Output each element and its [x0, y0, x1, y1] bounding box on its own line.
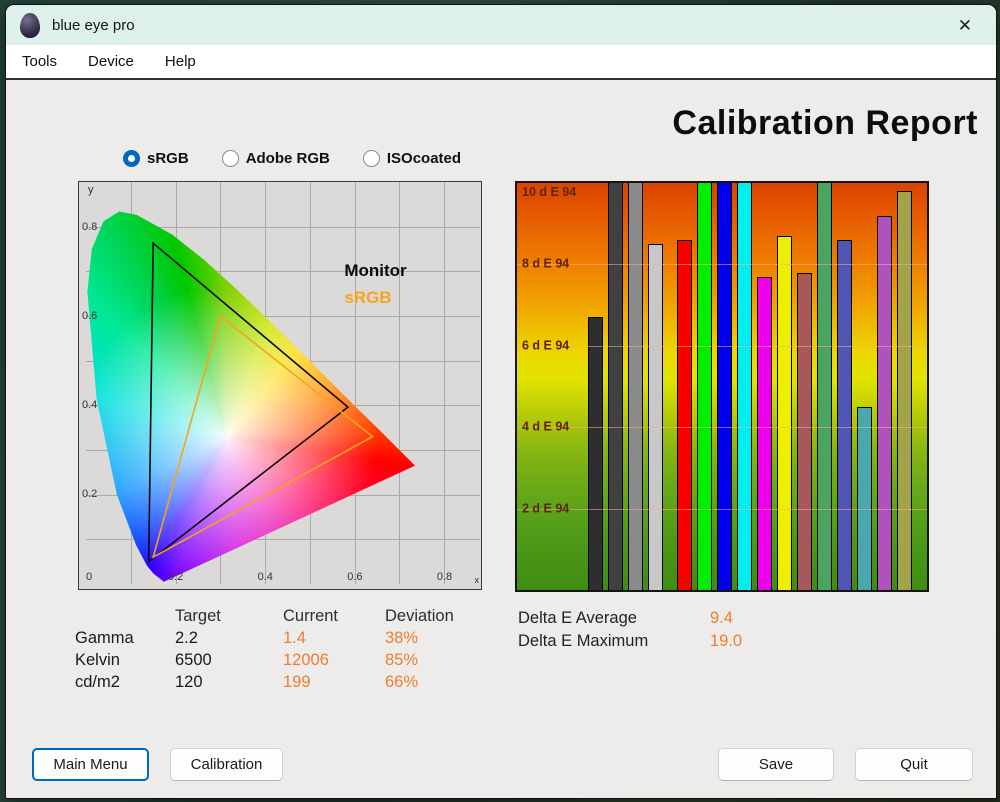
deviation-value: 66%: [385, 673, 419, 691]
delta-e-grid-line: [517, 427, 927, 429]
deviation-value: 38%: [385, 629, 419, 647]
target-value: 6500: [175, 651, 212, 669]
table-header-deviation: Deviation: [385, 607, 454, 625]
delta-e-average-value: 9.4: [710, 609, 733, 627]
delta-e-bar-7: [717, 183, 732, 590]
page-title: Calibration Report: [672, 104, 978, 142]
delta-e-bar-11: [797, 272, 812, 590]
row-label: cd/m2: [75, 673, 120, 691]
delta-e-bar-2: [608, 183, 623, 590]
y-tick-label: 0.6: [82, 309, 98, 322]
y-tick-label: 0.8: [82, 220, 98, 233]
x-tick-label: 0.2: [167, 571, 184, 583]
radio-label: ISOcoated: [386, 150, 462, 167]
target-value: 120: [175, 673, 203, 691]
save-button[interactable]: Save: [718, 748, 834, 781]
radio-unselected-icon[interactable]: [221, 150, 239, 167]
delta-e-average-row: Delta E Average 9.4: [518, 609, 742, 628]
legend-monitor: Monitor: [344, 261, 407, 281]
delta-e-bars: [517, 183, 927, 590]
delta-e-tick-label: 10 d E 94: [522, 185, 577, 199]
delta-e-tick-label: 6 d E 94: [522, 338, 570, 353]
radio-option-adobe-rgb[interactable]: Adobe RGB: [221, 150, 330, 167]
menu-item-help[interactable]: Help: [163, 51, 198, 72]
delta-e-grid-line: [517, 264, 927, 266]
current-value: 12006: [283, 651, 329, 669]
chromaticity-plot-area: [86, 182, 480, 584]
radio-unselected-icon[interactable]: [362, 150, 380, 167]
gamut-reference-radio-group: sRGB Adobe RGB ISOcoated: [123, 150, 461, 167]
title-bar: blue eye pro ✕: [6, 5, 996, 45]
delta-e-bar-13: [837, 239, 852, 590]
row-label: Gamma: [75, 629, 134, 647]
y-axis-label: y: [88, 184, 94, 196]
delta-e-average-label: Delta E Average: [518, 609, 637, 627]
current-value: 199: [283, 673, 311, 691]
delta-e-maximum-value: 19.0: [710, 632, 743, 650]
x-tick-label: 0.4: [257, 571, 273, 583]
delta-e-bar-1: [588, 317, 603, 590]
target-value: 2.2: [175, 629, 198, 647]
gamut-triangles: [86, 182, 480, 584]
row-label: Kelvin: [75, 651, 120, 669]
delta-e-summary: Delta E Average 9.4 Delta E Maximum 19.0: [518, 609, 742, 655]
chromaticity-diagram: y x Monitor sRGB 0 0.2 0.4 0.6 0.8 0.2 0.4 0.6 0…: [78, 181, 482, 590]
deviation-value: 85%: [385, 651, 419, 669]
delta-e-tick-label: 4 d E 94: [522, 419, 570, 434]
delta-e-bar-4: [648, 244, 663, 590]
x-tick-label: 0: [86, 571, 93, 583]
legend-srgb: sRGB: [344, 287, 392, 307]
window-title: blue eye pro: [52, 16, 135, 34]
current-value: 1.4: [283, 629, 306, 647]
delta-e-tick-label: 2 d E 94: [522, 500, 570, 515]
radio-label: Adobe RGB: [245, 150, 330, 167]
radio-selected-icon[interactable]: [123, 150, 140, 167]
x-tick-label: 0.6: [347, 571, 363, 583]
delta-e-tick-label: 8 d E 94: [522, 256, 570, 271]
delta-e-bar-14: [857, 406, 872, 590]
measurement-table: Target Current Deviation Gamma 2.2 1.4 38% Kelv…: [75, 607, 495, 692]
delta-e-bar-16: [897, 191, 912, 590]
quit-button[interactable]: Quit: [855, 748, 973, 781]
table-corner: [75, 607, 175, 626]
delta-e-bar-3: [628, 183, 643, 590]
menu-item-device[interactable]: Device: [86, 51, 136, 72]
delta-e-grid-line: [517, 345, 927, 347]
calibration-button[interactable]: Calibration: [170, 748, 283, 781]
app-window: blue eye pro ✕ Tools Device Help Calibrati…: [5, 4, 997, 799]
x-axis-label: x: [474, 575, 480, 585]
delta-e-bar-9: [757, 276, 772, 590]
menu-bar: Tools Device Help: [6, 45, 996, 78]
delta-e-bar-12: [817, 183, 832, 590]
delta-e-maximum-row: Delta E Maximum 19.0: [518, 632, 742, 651]
x-tick-label: 0.8: [436, 571, 453, 583]
radio-label: sRGB: [147, 150, 189, 167]
main-menu-button[interactable]: Main Menu: [32, 748, 149, 781]
app-icon: [20, 12, 40, 38]
delta-e-bar-chart: 10 d E 94 8 d E 94 6 d E 94 4 d E 94 2 d E 9…: [515, 181, 929, 592]
table-header-current: Current: [283, 607, 339, 625]
delta-e-grid-line: [517, 508, 927, 510]
y-tick-label: 0.2: [82, 487, 98, 500]
delta-e-bar-10: [777, 235, 792, 590]
gamut-triangle-srgb: [153, 316, 372, 557]
close-icon[interactable]: ✕: [950, 13, 980, 38]
radio-option-srgb[interactable]: sRGB: [123, 150, 189, 167]
delta-e-bar-15: [877, 215, 892, 590]
table-header-target: Target: [175, 607, 221, 625]
delta-e-bar-6: [697, 183, 712, 590]
y-tick-label: 0.4: [82, 398, 98, 411]
client-area: Calibration Report sRGB Adobe RGB ISOcoate…: [6, 78, 996, 798]
delta-e-maximum-label: Delta E Maximum: [518, 632, 649, 650]
menu-item-tools[interactable]: Tools: [20, 51, 59, 72]
delta-e-bar-8: [737, 183, 752, 590]
delta-e-bar-5: [677, 239, 692, 590]
radio-option-isocoated[interactable]: ISOcoated: [362, 150, 462, 167]
gamut-triangle-monitor: [149, 243, 348, 561]
